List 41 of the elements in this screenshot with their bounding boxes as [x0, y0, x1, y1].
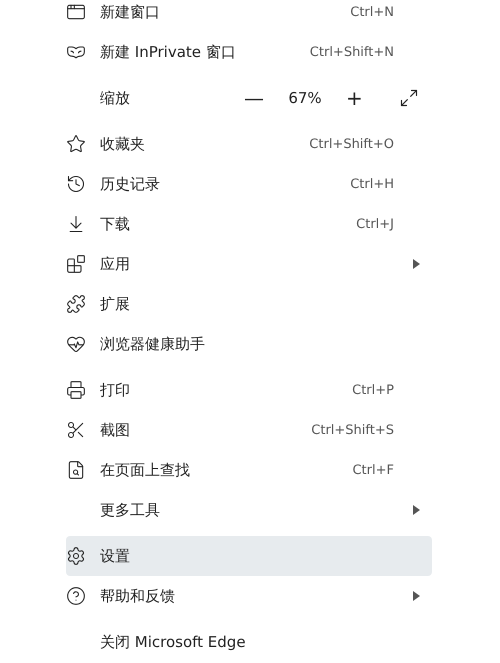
- shortcut-text: Ctrl+Shift+S: [310, 422, 394, 438]
- menu-item[interactable]: 新建窗口 Ctrl+N: [66, 0, 432, 32]
- shortcut-text: Ctrl+P: [351, 382, 394, 398]
- shortcut-text: Ctrl+Shift+N: [308, 44, 394, 60]
- zoom-level: 67%: [287, 89, 323, 107]
- scissors-icon: [66, 420, 86, 440]
- blocks-icon: [66, 254, 86, 274]
- menu-item[interactable]: 下载 Ctrl+J: [66, 204, 432, 244]
- shortcut-text: Ctrl+J: [355, 216, 394, 232]
- file-search-icon: [66, 460, 86, 480]
- help-icon: [66, 586, 86, 606]
- caret-icon: [413, 591, 420, 601]
- printer-icon: [66, 380, 86, 400]
- menu-item[interactable]: 帮助和反馈: [66, 576, 432, 616]
- shortcut-text: Ctrl+N: [349, 4, 394, 20]
- history-icon: [66, 174, 86, 194]
- zoom-in-button[interactable]: +: [342, 83, 367, 113]
- menu-item[interactable]: 历史记录 Ctrl+H: [66, 164, 432, 204]
- shortcut-text: Ctrl+H: [349, 176, 394, 192]
- zoom-out-button[interactable]: —: [240, 83, 268, 113]
- menu-item[interactable]: 扩展: [66, 284, 432, 324]
- star-icon: [66, 134, 86, 154]
- menu-item[interactable]: 更多工具: [66, 490, 432, 530]
- window-icon: [66, 2, 86, 22]
- menu-item[interactable]: 设置: [66, 536, 432, 576]
- puzzle-icon: [66, 294, 86, 314]
- menu-item[interactable]: 新建 InPrivate 窗口 Ctrl+Shift+N: [66, 32, 432, 72]
- shortcut-text: Ctrl+Shift+O: [308, 136, 394, 152]
- caret-icon: [413, 259, 420, 269]
- menu-item[interactable]: 收藏夹 Ctrl+Shift+O: [66, 124, 432, 164]
- menu-item[interactable]: 打印 Ctrl+P: [66, 370, 432, 410]
- heart-pulse-icon: [66, 334, 86, 354]
- menu-item[interactable]: 截图 Ctrl+Shift+S: [66, 410, 432, 450]
- menu-item[interactable]: 在页面上查找 Ctrl+F: [66, 450, 432, 490]
- menu-item[interactable]: 应用: [66, 244, 432, 284]
- menu-item[interactable]: 关闭 Microsoft Edge: [66, 622, 432, 655]
- settings-icon: [66, 546, 86, 566]
- caret-icon: [413, 505, 420, 515]
- zoom-label: 缩放: [100, 88, 131, 108]
- shortcut-text: Ctrl+F: [351, 462, 394, 478]
- menu-item[interactable]: 浏览器健康助手: [66, 324, 432, 364]
